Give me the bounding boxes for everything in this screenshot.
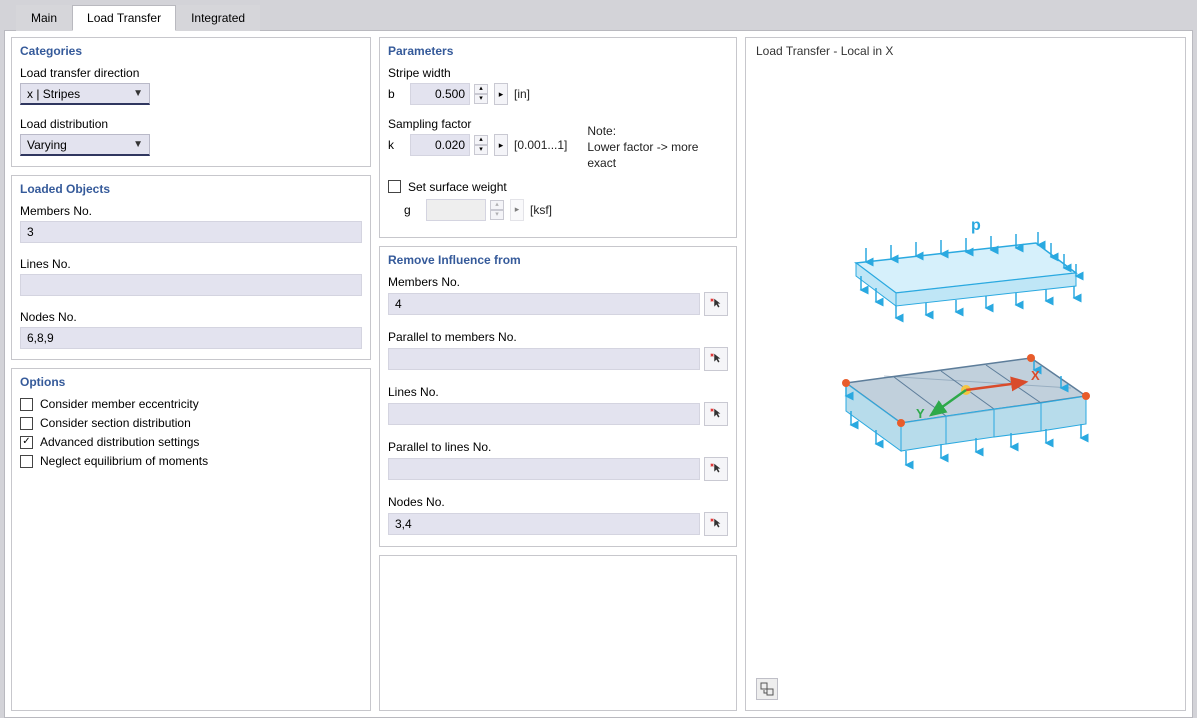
symbol-b: b [388, 87, 404, 101]
input-stripe-width[interactable] [410, 83, 470, 105]
preview-diagram: p [816, 218, 1116, 498]
select-value: Varying [27, 138, 67, 152]
spin-up-icon[interactable]: ▴ [474, 84, 488, 94]
label-direction: Load transfer direction [20, 66, 362, 80]
label-section-dist: Consider section distribution [40, 416, 191, 430]
panel-title: Remove Influence from [388, 253, 728, 267]
panel-remove-influence: Remove Influence from Members No. Parall… [379, 246, 737, 547]
unit-g: [ksf] [530, 203, 552, 217]
select-direction[interactable]: x | Stripes ▼ [20, 83, 150, 105]
pick-cursor-icon [709, 517, 723, 531]
panel-categories: Categories Load transfer direction x | S… [11, 37, 371, 167]
panel-title: Parameters [388, 44, 728, 58]
spin-up-icon: ▴ [490, 200, 504, 210]
input-remove-lines[interactable] [388, 403, 700, 425]
label-eccentricity: Consider member eccentricity [40, 397, 199, 411]
panel-preview: Load Transfer - Local in X [745, 37, 1186, 711]
spinner-g: ▴ ▾ [490, 200, 504, 220]
preview-options-button[interactable] [756, 678, 778, 700]
input-remove-members[interactable] [388, 293, 700, 315]
tab-load-transfer[interactable]: Load Transfer [72, 5, 176, 31]
label-distribution: Load distribution [20, 117, 362, 131]
pick-button[interactable] [704, 512, 728, 536]
tab-integrated[interactable]: Integrated [176, 5, 260, 31]
unit-stripe: [in] [514, 87, 530, 101]
label-surface-weight: Set surface weight [408, 180, 507, 194]
spin-up-icon[interactable]: ▴ [474, 135, 488, 145]
symbol-k: k [388, 138, 404, 152]
pick-button[interactable] [704, 347, 728, 371]
preview-options-icon [760, 682, 774, 696]
step-button[interactable]: ▸ [494, 134, 508, 156]
spin-down-icon[interactable]: ▾ [474, 94, 488, 104]
note-title: Note: [587, 123, 728, 139]
input-g [426, 199, 486, 221]
pick-cursor-icon [709, 297, 723, 311]
label-lines: Lines No. [20, 257, 362, 271]
checkbox-neglect[interactable] [20, 455, 33, 468]
pick-button[interactable] [704, 457, 728, 481]
panel-title: Categories [20, 44, 362, 58]
panel-options: Options Consider member eccentricity Con… [11, 368, 371, 711]
spin-down-icon[interactable]: ▾ [474, 145, 488, 155]
select-value: x | Stripes [27, 87, 80, 101]
spinner-stripe[interactable]: ▴ ▾ [474, 84, 488, 104]
label-parallel-members: Parallel to members No. [388, 330, 728, 344]
pick-button[interactable] [704, 402, 728, 426]
unit-sampling: [0.001...1] [514, 138, 567, 152]
label-parallel-lines: Parallel to lines No. [388, 440, 728, 454]
workspace: Categories Load transfer direction x | S… [4, 30, 1193, 718]
x-axis-label: X [1031, 368, 1040, 383]
spin-down-icon: ▾ [490, 210, 504, 220]
preview-title: Load Transfer - Local in X [756, 44, 1175, 58]
input-lines[interactable] [20, 274, 362, 296]
p-label: p [971, 218, 981, 234]
input-members[interactable] [20, 221, 362, 243]
step-button: ▸ [510, 199, 524, 221]
label-members: Members No. [20, 204, 362, 218]
label-nodes: Nodes No. [20, 310, 362, 324]
label-remove-lines: Lines No. [388, 385, 728, 399]
panel-parameters: Parameters Stripe width b ▴ ▾ ▸ [in] Sam… [379, 37, 737, 238]
pick-cursor-icon [709, 462, 723, 476]
checkbox-advanced[interactable]: ✓ [20, 436, 33, 449]
panel-loaded-objects: Loaded Objects Members No. Lines No. Nod… [11, 175, 371, 360]
input-sampling[interactable] [410, 134, 470, 156]
note-body: Lower factor -> more exact [587, 139, 728, 171]
panel-empty [379, 555, 737, 711]
checkbox-surface-weight[interactable] [388, 180, 401, 193]
y-axis-label: Y [916, 406, 925, 421]
input-remove-nodes[interactable] [388, 513, 700, 535]
checkbox-eccentricity[interactable] [20, 398, 33, 411]
pick-cursor-icon [709, 352, 723, 366]
tab-main[interactable]: Main [16, 5, 72, 31]
spinner-sampling[interactable]: ▴ ▾ [474, 135, 488, 155]
pick-cursor-icon [709, 407, 723, 421]
input-nodes[interactable] [20, 327, 362, 349]
label-stripe-width: Stripe width [388, 66, 728, 80]
tab-bar: Main Load Transfer Integrated [4, 4, 1193, 30]
select-distribution[interactable]: Varying ▼ [20, 134, 150, 156]
symbol-g: g [404, 203, 420, 217]
chevron-down-icon: ▼ [133, 139, 143, 150]
label-remove-nodes: Nodes No. [388, 495, 728, 509]
panel-title: Options [20, 375, 362, 389]
pick-button[interactable] [704, 292, 728, 316]
panel-title: Loaded Objects [20, 182, 362, 196]
label-remove-members: Members No. [388, 275, 728, 289]
input-parallel-members[interactable] [388, 348, 700, 370]
checkbox-section-dist[interactable] [20, 417, 33, 430]
label-advanced: Advanced distribution settings [40, 435, 199, 449]
input-parallel-lines[interactable] [388, 458, 700, 480]
step-button[interactable]: ▸ [494, 83, 508, 105]
label-sampling: Sampling factor [388, 117, 567, 131]
chevron-down-icon: ▼ [133, 88, 143, 99]
label-neglect: Neglect equilibrium of moments [40, 454, 208, 468]
